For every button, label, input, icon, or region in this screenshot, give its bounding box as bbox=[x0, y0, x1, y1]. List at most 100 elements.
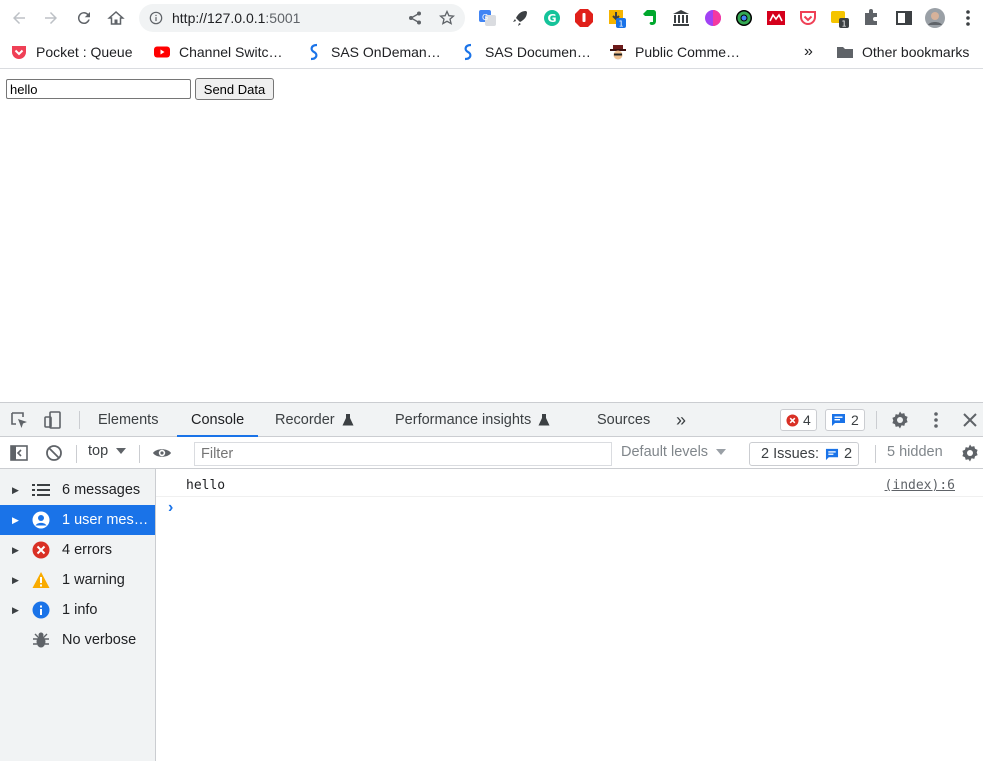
tab-sources[interactable]: Sources bbox=[597, 403, 650, 437]
sidebar-item-messages[interactable]: ▶ 6 messages bbox=[0, 475, 155, 505]
flask-icon bbox=[538, 414, 550, 426]
pocket-ext-icon[interactable] bbox=[798, 8, 818, 28]
console-message-source-link[interactable]: (index):6 bbox=[885, 478, 955, 493]
evernote-ext-icon[interactable] bbox=[639, 8, 659, 28]
mendeley-ext-icon[interactable] bbox=[766, 8, 786, 28]
sidebar-item-label: 4 errors bbox=[62, 542, 112, 558]
execution-context-select[interactable]: top bbox=[88, 443, 127, 459]
tab-elements[interactable]: Elements bbox=[98, 403, 158, 437]
sidebar-item-verbose[interactable]: ▶ No verbose bbox=[0, 625, 155, 655]
log-levels-select[interactable]: Default levels bbox=[621, 444, 727, 460]
tab-recorder[interactable]: Recorder bbox=[275, 403, 354, 437]
extensions-puzzle-icon[interactable] bbox=[862, 8, 882, 28]
console-prompt[interactable]: › bbox=[168, 499, 173, 517]
url-host: http://127.0.0.1 bbox=[172, 10, 266, 26]
sidebar-item-label: No verbose bbox=[62, 632, 137, 648]
bookmark-sas-documentation[interactable]: SAS Documen… bbox=[459, 42, 591, 62]
bookmark-label: Other bookmarks bbox=[862, 44, 970, 60]
more-tabs-button[interactable]: » bbox=[676, 403, 686, 437]
profile-avatar[interactable] bbox=[925, 8, 945, 28]
divider bbox=[875, 445, 876, 463]
dropdown-arrow-icon bbox=[116, 448, 127, 454]
divider bbox=[76, 445, 77, 463]
show-sidebar-icon[interactable] bbox=[8, 442, 30, 464]
home-button[interactable] bbox=[103, 5, 129, 31]
color-ext-icon[interactable] bbox=[734, 8, 754, 28]
bookmark-label: Pocket : Queue bbox=[36, 44, 133, 60]
museum-ext-icon[interactable] bbox=[671, 8, 691, 28]
sidebar-item-info[interactable]: ▶ 1 info bbox=[0, 595, 155, 625]
bookmarks-bar: Pocket : Queue Channel Switc… SAS OnDema… bbox=[0, 36, 983, 69]
error-count-badge[interactable]: 4 bbox=[780, 409, 817, 431]
forward-button[interactable] bbox=[38, 5, 64, 31]
page-content: Send Data bbox=[0, 70, 983, 402]
gradient-ext-icon[interactable] bbox=[703, 8, 723, 28]
reload-icon bbox=[77, 12, 90, 25]
back-arrow-icon bbox=[13, 12, 25, 24]
send-data-button[interactable]: Send Data bbox=[195, 78, 274, 100]
sas-icon bbox=[310, 43, 318, 61]
sidebar-item-label: 1 warning bbox=[62, 572, 125, 588]
notes-ext-icon[interactable]: 1 bbox=[830, 8, 850, 29]
bookmark-channel-switch[interactable]: Channel Switc… bbox=[153, 42, 283, 62]
more-bookmarks-chevron: » bbox=[804, 43, 813, 60]
bookmark-star-icon[interactable] bbox=[439, 10, 455, 26]
bookmark-public-comments[interactable]: Public Comme… bbox=[609, 42, 740, 62]
expand-triangle-icon: ▶ bbox=[12, 484, 19, 495]
console-filter-input[interactable] bbox=[194, 442, 612, 466]
sidebar-item-label: 6 messages bbox=[62, 482, 141, 498]
dropdown-arrow-icon bbox=[716, 449, 727, 455]
clear-console-icon[interactable] bbox=[43, 442, 65, 464]
download-ext-icon[interactable]: 1 bbox=[607, 8, 627, 29]
sidebar-item-user-messages[interactable]: ▶ 1 user mes… bbox=[0, 505, 155, 535]
adblock-ext-icon[interactable] bbox=[574, 8, 594, 28]
message-icon bbox=[825, 448, 839, 460]
device-toolbar-icon[interactable] bbox=[42, 409, 64, 431]
issues-button[interactable]: 2 Issues: 2 bbox=[749, 442, 860, 466]
console-message-text: hello bbox=[186, 478, 226, 493]
browser-menu-icon[interactable] bbox=[958, 8, 978, 28]
warning-icon bbox=[32, 571, 50, 589]
bookmark-sas-ondemand[interactable]: SAS OnDeman… bbox=[305, 42, 441, 62]
console-filter-bar: top Default levels 2 Issues: 2 5 hidden bbox=[0, 437, 983, 469]
tab-performance-insights[interactable]: Performance insights bbox=[395, 403, 550, 437]
bug-icon bbox=[32, 631, 50, 649]
tab-console[interactable]: Console bbox=[177, 403, 259, 437]
error-count: 4 bbox=[803, 412, 811, 428]
address-bar[interactable]: http://127.0.0.1:5001 bbox=[139, 4, 465, 32]
svg-text:G: G bbox=[548, 12, 557, 25]
error-icon bbox=[786, 413, 799, 427]
message-input[interactable] bbox=[6, 79, 191, 99]
more-bookmarks-button[interactable]: » bbox=[804, 42, 813, 62]
bookmark-label: Public Comme… bbox=[635, 44, 741, 60]
sidebar-item-errors[interactable]: ▶ 4 errors bbox=[0, 535, 155, 565]
live-expression-eye-icon[interactable] bbox=[151, 442, 173, 464]
list-icon bbox=[32, 481, 50, 499]
flask-icon bbox=[342, 414, 354, 426]
devtools-tab-bar: Elements Console Recorder Performance in… bbox=[0, 403, 983, 437]
devtools-menu-icon[interactable] bbox=[925, 409, 947, 431]
info-icon[interactable] bbox=[149, 11, 163, 25]
divider bbox=[139, 445, 140, 463]
inspect-element-icon[interactable] bbox=[8, 409, 30, 431]
rocket-ext-icon[interactable] bbox=[510, 8, 530, 28]
side-panel-icon[interactable] bbox=[894, 8, 914, 28]
back-button[interactable] bbox=[6, 5, 32, 31]
share-icon[interactable] bbox=[407, 10, 423, 26]
expand-triangle-icon: ▶ bbox=[12, 574, 19, 585]
expand-triangle-icon: ▶ bbox=[12, 604, 19, 615]
console-settings-gear-icon[interactable] bbox=[959, 442, 981, 464]
other-bookmarks-folder[interactable]: Other bookmarks bbox=[836, 42, 969, 62]
google-translate-ext-icon[interactable]: G bbox=[478, 8, 498, 28]
folder-icon bbox=[837, 47, 853, 58]
message-count: 2 bbox=[851, 412, 859, 428]
grammarly-ext-icon[interactable]: G bbox=[542, 8, 562, 28]
message-icon bbox=[832, 414, 845, 426]
reload-button[interactable] bbox=[71, 5, 97, 31]
bookmark-pocket[interactable]: Pocket : Queue bbox=[10, 42, 133, 62]
close-devtools-icon[interactable] bbox=[959, 409, 981, 431]
message-count-badge[interactable]: 2 bbox=[825, 409, 865, 431]
home-icon bbox=[107, 10, 125, 25]
sidebar-item-warnings[interactable]: ▶ 1 warning bbox=[0, 565, 155, 595]
settings-gear-icon[interactable] bbox=[889, 409, 911, 431]
